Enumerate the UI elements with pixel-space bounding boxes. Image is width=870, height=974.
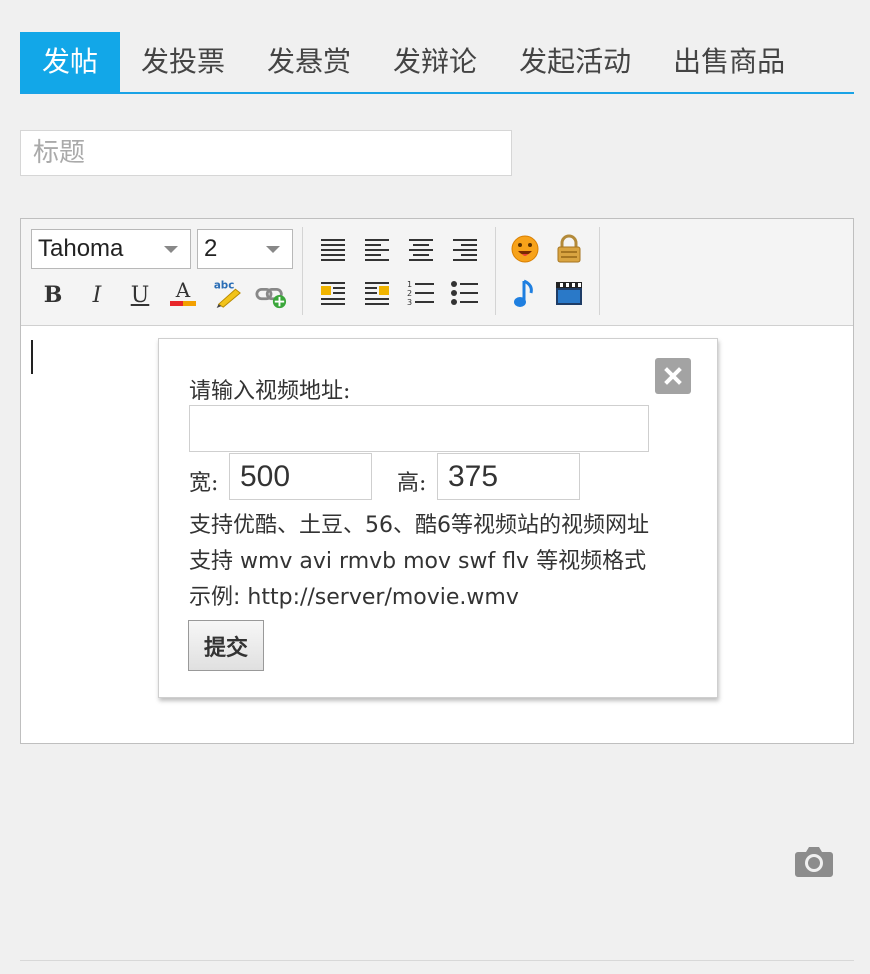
spellcheck-button[interactable]: abc [211,277,243,309]
italic-button[interactable]: I [81,279,113,311]
tab-debate[interactable]: 发辩论 [372,32,498,92]
text-cursor [31,340,33,374]
example-url-text: 示例: http://server/movie.wmv [189,585,519,610]
close-icon [664,367,682,385]
font-size-value: 2 [204,235,218,262]
video-icon [556,282,582,305]
supported-formats-text: 支持 wmv avi rmvb mov swf flv 等视频格式 [189,549,647,574]
align-left-button[interactable] [361,233,393,265]
camera-button[interactable] [794,844,834,882]
tab-vote[interactable]: 发投票 [120,32,246,92]
title-input[interactable] [20,130,512,176]
italic-icon: I [92,282,102,308]
svg-text:1: 1 [407,280,412,289]
toolbar-separator [495,227,496,315]
bold-icon: B [43,282,63,308]
insert-video-button[interactable] [553,277,585,309]
height-label: 高: [397,471,427,496]
hide-content-button[interactable] [553,233,585,265]
svg-text:A: A [175,278,191,302]
camera-icon [795,847,833,877]
unordered-list-icon [451,281,478,305]
video-url-input[interactable] [189,405,649,452]
width-label: 宽: [189,471,219,496]
chevron-down-icon [266,246,280,253]
svg-text:2: 2 [407,289,412,298]
align-right-button[interactable] [449,233,481,265]
width-input[interactable]: 500 [229,453,372,500]
align-justify-button[interactable] [317,233,349,265]
insert-video-dialog: 请输入视频地址: 宽: 500 高: 375 支持优酷、土豆、56、酷6等视频站… [158,338,718,698]
supported-sites-text: 支持优酷、土豆、56、酷6等视频站的视频网址 [189,513,649,538]
music-icon [514,279,533,307]
close-button[interactable] [655,358,691,394]
toolbar-separator [302,227,303,315]
emoticon-button[interactable] [509,233,541,265]
font-size-select[interactable]: 2 [197,229,293,269]
video-url-label: 请输入视频地址: [189,379,351,404]
tab-activity[interactable]: 发起活动 [498,32,652,92]
underline-icon: U [130,282,150,308]
svg-text:3: 3 [407,298,412,307]
align-justify-icon [321,239,345,261]
post-type-tabs: 发帖 发投票 发悬赏 发辩论 发起活动 出售商品 [20,32,854,94]
divider [20,960,854,961]
align-left-icon [365,239,389,261]
height-input[interactable]: 375 [437,453,580,500]
bold-button[interactable]: B [37,279,69,311]
submit-button[interactable]: 提交 [188,620,264,671]
lock-icon [557,234,581,263]
ordered-list-icon: 123 [407,280,434,307]
font-color-button[interactable]: A [167,277,199,309]
tab-reward[interactable]: 发悬赏 [246,32,372,92]
font-family-value: Tahoma [38,235,124,262]
font-family-select[interactable]: Tahoma [31,229,191,269]
insert-link-icon [255,287,287,309]
unordered-list-button[interactable] [449,277,481,309]
float-right-image-icon [365,282,389,305]
spellcheck-icon: abc [214,279,241,309]
float-left-image-button[interactable] [317,277,349,309]
float-right-image-button[interactable] [361,277,393,309]
align-center-button[interactable] [405,233,437,265]
smiley-icon [511,235,539,263]
align-right-icon [453,239,477,261]
float-left-image-icon [321,282,345,305]
toolbar-separator [599,227,600,315]
underline-button[interactable]: U [124,279,156,311]
editor-toolbar: Tahoma 2 B I U A abc 1 2 3 [21,219,853,326]
font-color-icon: A [170,278,196,306]
tab-post[interactable]: 发帖 [20,32,121,92]
svg-text:abc: abc [214,279,235,291]
insert-link-button[interactable] [255,279,287,311]
insert-audio-button[interactable] [509,277,541,309]
align-center-icon [409,239,433,261]
tab-sell-goods[interactable]: 出售商品 [652,32,806,92]
chevron-down-icon [164,246,178,253]
ordered-list-button[interactable]: 123 [405,277,437,309]
